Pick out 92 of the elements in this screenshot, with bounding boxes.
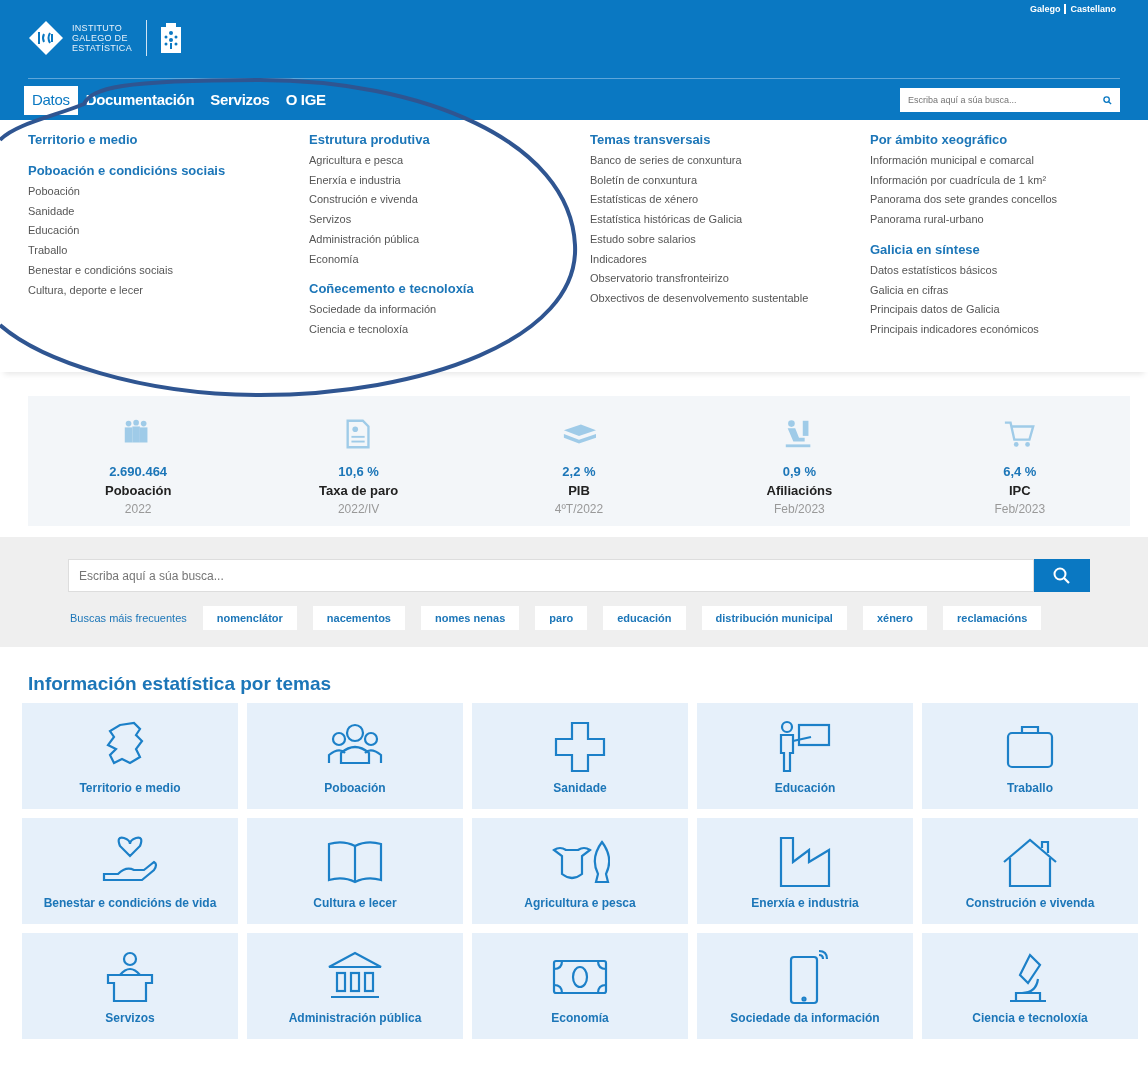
search-tag[interactable]: educación — [603, 606, 686, 630]
language-link[interactable]: Castellano — [1064, 4, 1120, 14]
diamond-logo-icon — [28, 20, 64, 56]
menu-link[interactable]: Cultura, deporte e lecer — [28, 280, 309, 301]
menu-heading-link[interactable]: Galicia en síntese — [870, 241, 1130, 257]
menu-link[interactable]: Información municipal e comarcal — [870, 151, 1130, 171]
search-field[interactable]: Escriba aquí a súa busca... — [68, 559, 1034, 592]
menu-link[interactable]: Indicadores — [590, 249, 870, 270]
menu-link[interactable]: Ciencia e tecnoloxía — [309, 319, 590, 340]
indicator-value: 10,6 % — [338, 463, 379, 481]
topic-tile[interactable]: Benestar e condicións de vida — [22, 818, 238, 924]
search-tag[interactable]: nacementos — [312, 606, 405, 630]
menu-heading-link[interactable]: Coñecemento e tecnoloxía — [309, 281, 590, 297]
menu-link[interactable]: Sanidade — [28, 201, 309, 222]
search-tag[interactable]: reclamacións — [943, 606, 1042, 630]
menu-link[interactable]: Enerxía e industria — [309, 170, 590, 191]
indicator-label[interactable]: Taxa de paro — [318, 481, 399, 500]
topic-tile[interactable]: Construción e vivenda — [922, 818, 1138, 924]
indicator-period: Feb/2023 — [994, 501, 1046, 518]
topic-tile[interactable]: Agricultura e pesca — [472, 818, 688, 924]
menu-link[interactable]: Educación — [28, 221, 309, 242]
topic-tile[interactable]: Poboación — [247, 703, 463, 809]
section-title: Información estatística por temas — [28, 673, 333, 695]
menu-link[interactable]: Estatísticas de xénero — [590, 190, 870, 211]
nav-tab[interactable]: Servizos — [202, 85, 278, 115]
topic-tile[interactable]: Administración pública — [247, 933, 463, 1039]
topic-tile[interactable]: Economía — [472, 933, 688, 1039]
header-search-field[interactable]: Escriba aquí a súa busca... — [900, 88, 1120, 112]
institute-name: INSTITUTO GALEGO DE ESTATÍSTICA — [72, 23, 132, 53]
indicator-label[interactable]: PIB — [568, 481, 590, 500]
nav-tab[interactable]: Datos — [24, 85, 78, 115]
menu-link[interactable]: Traballo — [28, 241, 309, 261]
search-icon[interactable] — [1103, 96, 1112, 105]
cart-icon — [1002, 418, 1037, 450]
menu-link[interactable]: Estudo sobre salarios — [590, 229, 870, 250]
topic-tile[interactable]: Traballo — [922, 703, 1138, 809]
menu-link[interactable]: Información por cuadrícula de 1 km² — [870, 170, 1130, 191]
indicator-label[interactable]: Poboación — [104, 481, 172, 500]
menu-link[interactable]: Obxectivos de desenvolvemento sustentable — [590, 288, 870, 309]
menu-link[interactable]: Poboación — [28, 182, 309, 202]
search-tag[interactable]: paro — [535, 606, 588, 630]
menu-link[interactable]: Panorama rural-urbano — [870, 210, 1130, 230]
menu-link[interactable]: Benestar e condicións sociais — [28, 260, 309, 281]
menu-link[interactable]: Construción e vivenda — [309, 190, 590, 211]
menu-link[interactable]: Datos estatísticos básicos — [870, 260, 1130, 281]
menu-link[interactable]: Principais indicadores económicos — [870, 319, 1130, 340]
search-tag[interactable]: nomenclátor — [202, 606, 297, 630]
indicator-value: 6,4 % — [1003, 463, 1037, 481]
topic-tile[interactable]: Enerxía e industria — [697, 818, 913, 924]
language-link[interactable]: Galego — [1025, 4, 1065, 14]
indicator-period: 2022 — [124, 501, 152, 518]
topic-tile[interactable]: Sociedade da información — [697, 933, 913, 1039]
search-icon — [1053, 566, 1071, 585]
indicator-period: Feb/2023 — [774, 501, 825, 518]
frequent-searches-label: Buscas máis frecuentes — [70, 612, 187, 624]
menu-link[interactable]: Administración pública — [309, 229, 590, 250]
search-tag[interactable]: distribución municipal — [701, 606, 847, 630]
menu-heading-link[interactable]: Por ámbito xeográfico — [870, 132, 1130, 147]
menu-heading-link[interactable]: Poboación e condicións sociais — [28, 163, 309, 178]
indicator-label[interactable]: Afiliacións — [766, 481, 833, 500]
indicator-value: 0,9 % — [782, 463, 816, 481]
menu-link[interactable]: Boletín de conxuntura — [590, 170, 870, 191]
menu-heading-link[interactable]: Territorio e medio — [28, 132, 309, 147]
menu-link[interactable]: Servizos — [309, 210, 590, 230]
crest-icon — [161, 23, 181, 53]
menu-link[interactable]: Agricultura e pesca — [309, 151, 590, 171]
search-button[interactable] — [1034, 559, 1090, 592]
search-tag[interactable]: nomes nenas — [421, 606, 520, 630]
menu-link[interactable]: Observatorio transfronteirizo — [590, 269, 870, 289]
topic-tile[interactable]: Servizos — [22, 933, 238, 1039]
menu-link[interactable]: Sociedade da información — [309, 300, 590, 320]
topic-tile[interactable]: Territorio e medio — [22, 703, 238, 809]
indicator-period: 4ºT/2022 — [554, 501, 604, 518]
menu-heading-link[interactable]: Temas transversais — [590, 132, 870, 147]
indicator-value: 2.690.464 — [109, 463, 168, 481]
menu-link[interactable]: Panorama dos sete grandes concellos — [870, 190, 1130, 211]
topic-tile[interactable]: Sanidade — [472, 703, 688, 809]
search-tag[interactable]: xénero — [862, 606, 927, 630]
indicator-period: 2022/IV — [337, 501, 380, 518]
indicator-label[interactable]: IPC — [1008, 481, 1031, 500]
topic-tile[interactable]: Ciencia e tecnoloxía — [922, 933, 1138, 1039]
menu-heading-link[interactable]: Estrutura produtiva — [309, 132, 590, 147]
menu-link[interactable]: Estatística históricas de Galicia — [590, 210, 870, 230]
menu-link[interactable]: Banco de series de conxuntura — [590, 151, 870, 171]
menu-link[interactable]: Economía — [309, 249, 590, 270]
topic-tile[interactable]: Cultura e lecer — [247, 818, 463, 924]
nav-tab[interactable]: O IGE — [277, 85, 334, 115]
menu-link[interactable]: Galicia en cifras — [870, 280, 1130, 301]
topic-tile[interactable]: Educación — [697, 703, 913, 809]
menu-link[interactable]: Principais datos de Galicia — [870, 300, 1130, 320]
indicator-value: 2,2 % — [562, 463, 596, 481]
nav-tab[interactable]: Documentación — [77, 85, 203, 115]
